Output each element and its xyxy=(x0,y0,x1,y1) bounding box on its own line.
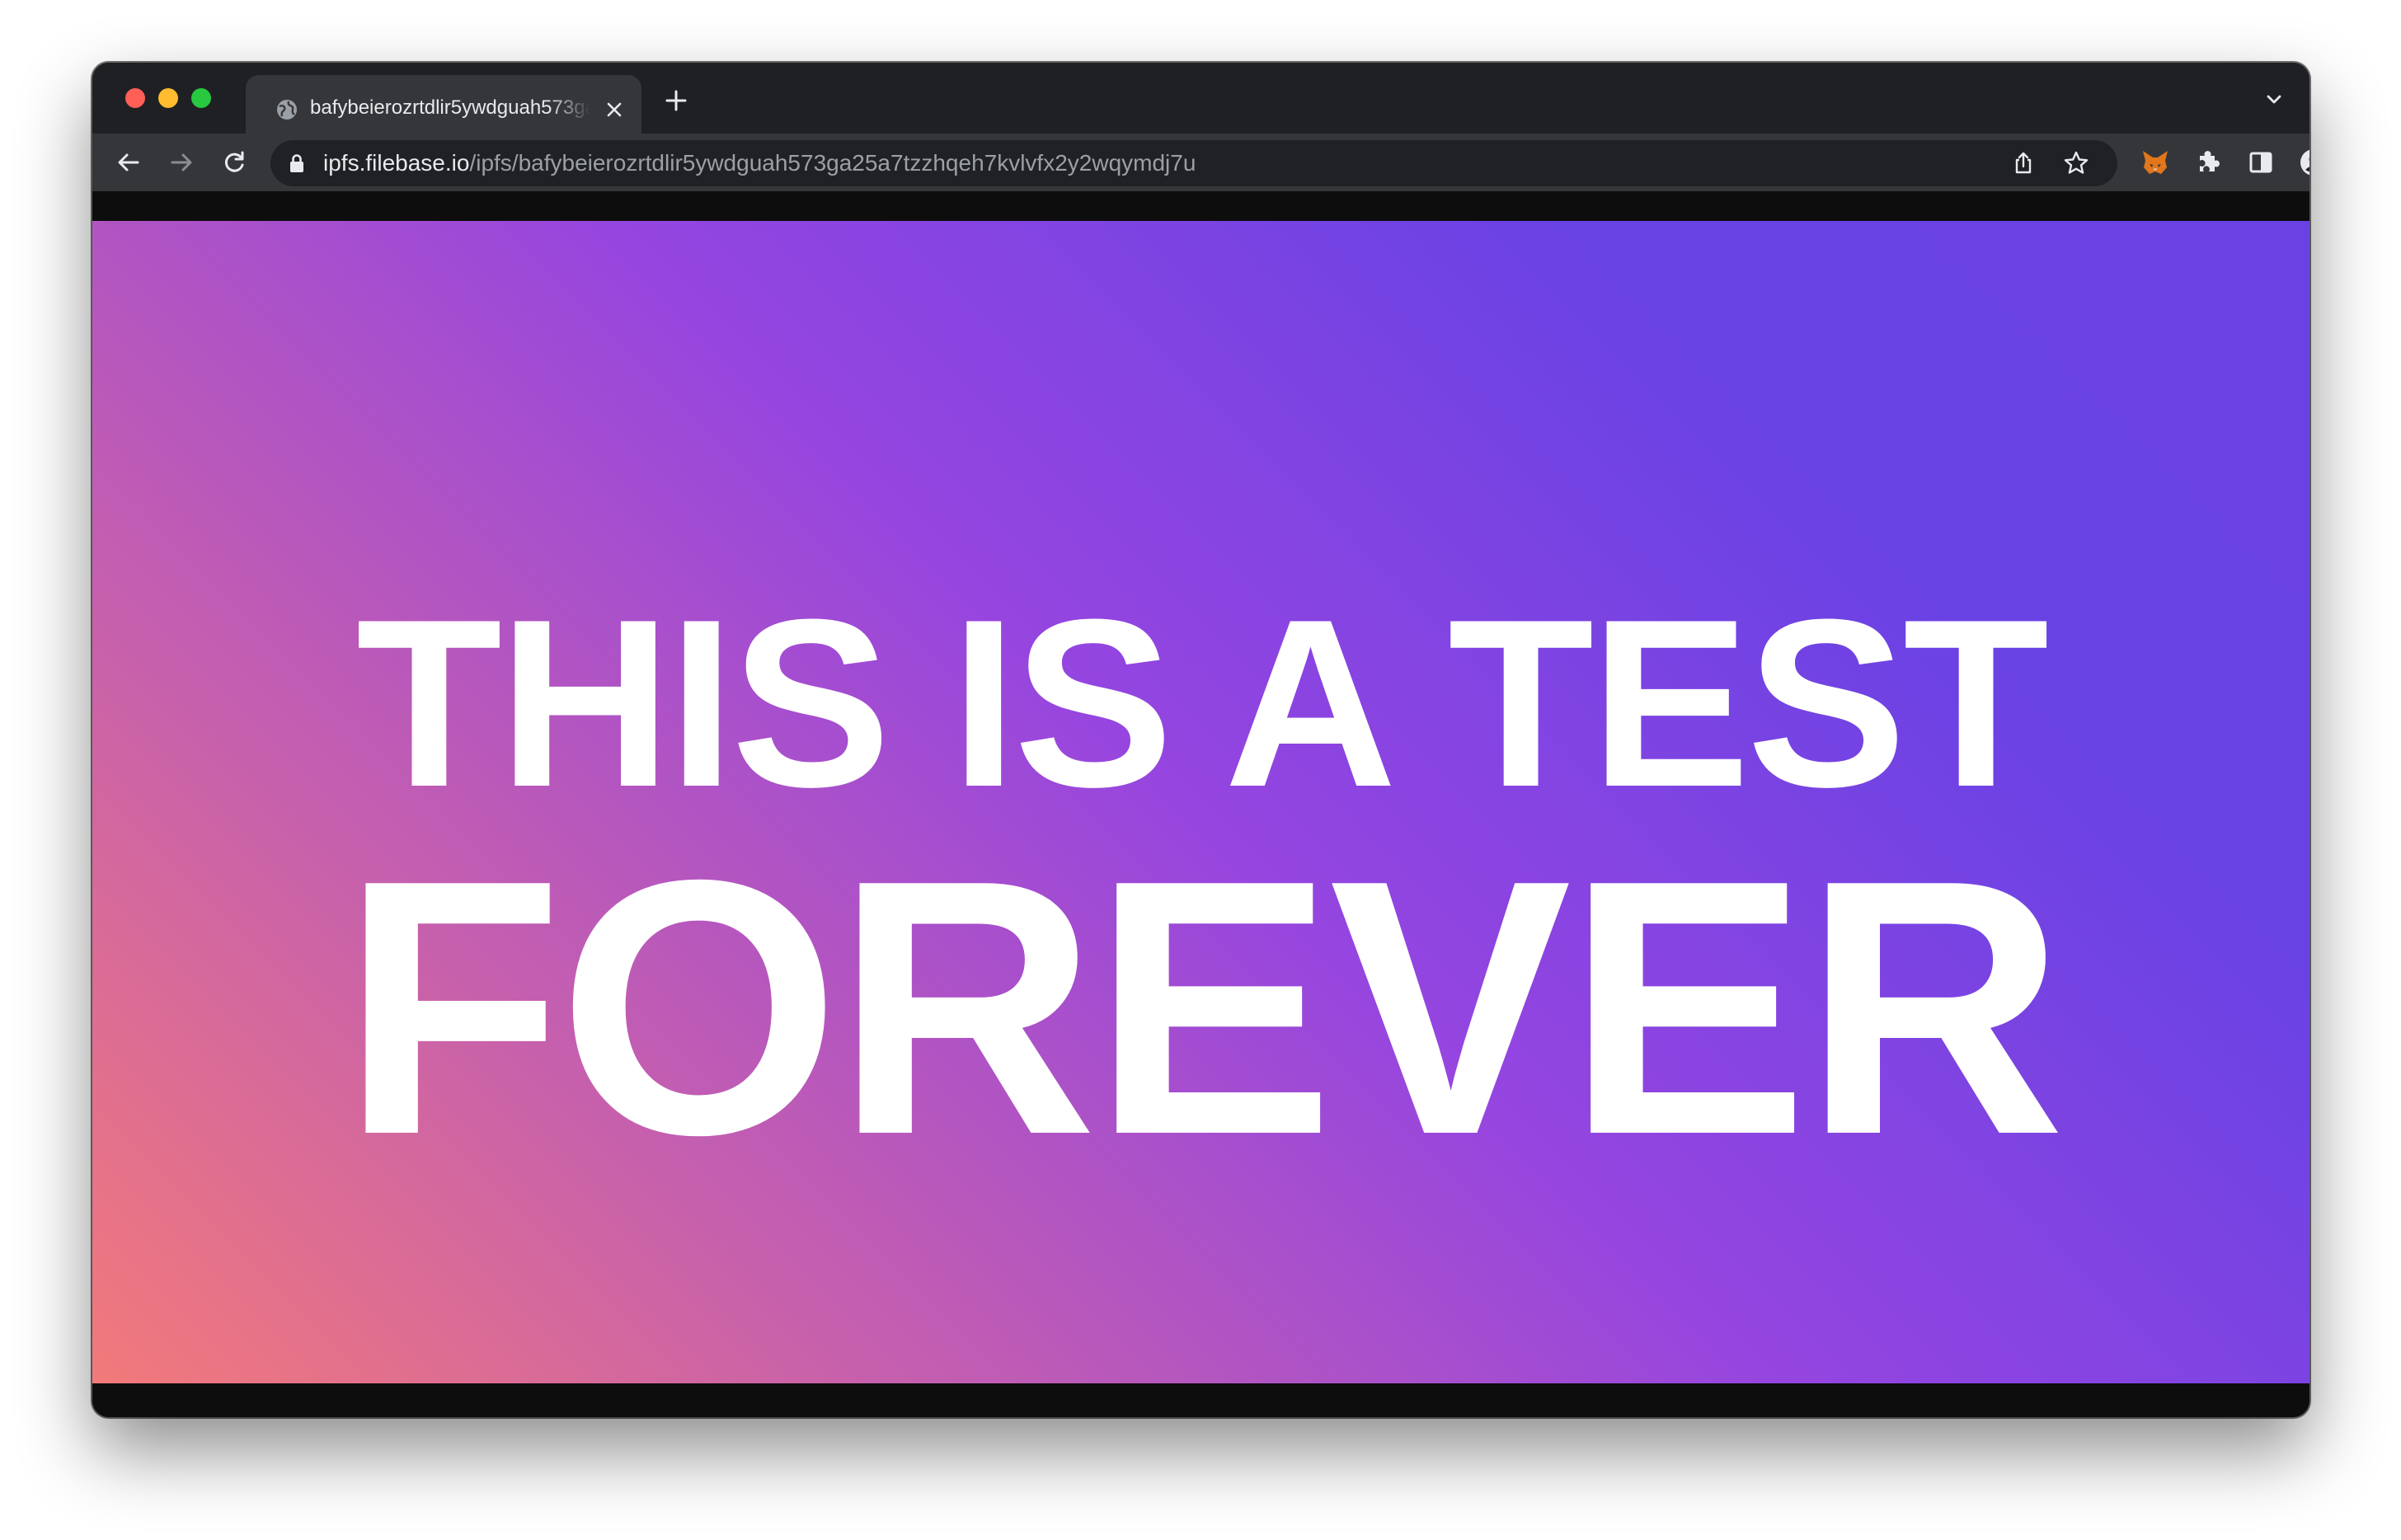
zoom-window-button[interactable] xyxy=(191,88,211,108)
tab-strip: bafybeierozrtdlir5ywdguah573ga25a7tzzhqe… xyxy=(92,63,2309,134)
url-text: ipfs.filebase.io/ipfs/bafybeierozrtdlir5… xyxy=(323,148,1196,178)
headline-line-2: FOREVER xyxy=(341,805,2065,1210)
lock-icon[interactable] xyxy=(287,153,307,174)
url-host: ipfs.filebase.io xyxy=(323,150,470,176)
page-header-strip xyxy=(92,191,2309,221)
page-hero: THIS IS A TEST FOREVER xyxy=(92,221,2309,1383)
close-window-button[interactable] xyxy=(125,88,145,108)
share-icon[interactable] xyxy=(2010,150,2037,176)
minimize-window-button[interactable] xyxy=(158,88,178,108)
tab-active[interactable]: bafybeierozrtdlir5ywdguah573ga25a7tzzhqe… xyxy=(246,75,641,134)
browser-window: bafybeierozrtdlir5ywdguah573ga25a7tzzhqe… xyxy=(92,63,2309,1417)
url-path: /ipfs/bafybeierozrtdlir5ywdguah573ga25a7… xyxy=(469,150,1196,176)
close-icon[interactable] xyxy=(602,97,627,122)
fox-icon[interactable] xyxy=(2140,148,2170,177)
arrow-right-icon[interactable] xyxy=(167,148,196,177)
plus-icon[interactable] xyxy=(663,87,689,114)
address-bar[interactable]: ipfs.filebase.io/ipfs/bafybeierozrtdlir5… xyxy=(270,140,2117,186)
puzzle-icon[interactable] xyxy=(2193,148,2223,177)
reload-icon[interactable] xyxy=(219,148,249,177)
profile-icon[interactable] xyxy=(2299,148,2309,177)
tab-title: bafybeierozrtdlir5ywdguah573ga25a7tzzhqe… xyxy=(310,96,590,119)
side-panel-icon[interactable] xyxy=(2246,148,2276,177)
headline-line-1: THIS IS A TEST xyxy=(355,570,2049,837)
arrow-left-icon[interactable] xyxy=(114,148,143,177)
browser-toolbar: ipfs.filebase.io/ipfs/bafybeierozrtdlir5… xyxy=(92,134,2309,191)
globe-icon xyxy=(275,98,298,121)
page-footer-strip xyxy=(92,1383,2309,1417)
chevron-down-icon[interactable] xyxy=(2262,87,2286,112)
star-icon[interactable] xyxy=(2063,150,2089,176)
